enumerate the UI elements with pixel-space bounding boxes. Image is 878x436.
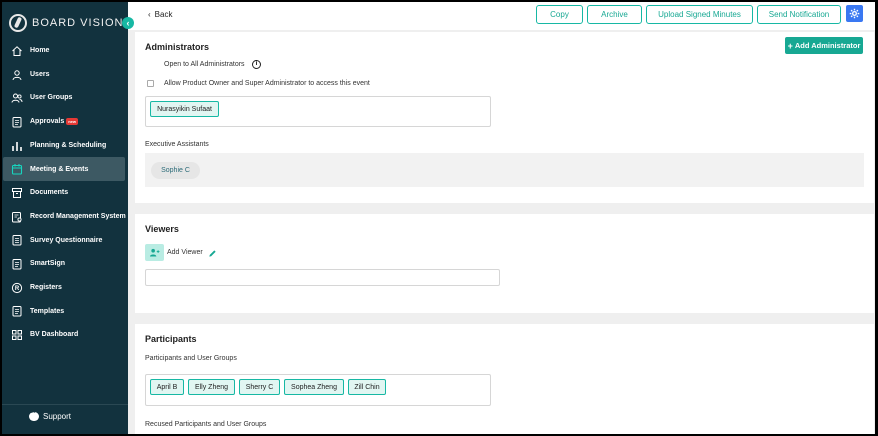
sidebar-item-label: BV Dashboard — [30, 331, 79, 339]
participant-chip[interactable]: Elly Zheng — [188, 379, 235, 395]
upload-signed-minutes-button[interactable]: Upload Signed Minutes — [646, 5, 753, 24]
open-to-all-label: Open to All Administrators — [164, 61, 245, 68]
chat-bubble-icon — [29, 408, 39, 421]
participant-chip[interactable]: Zill Chin — [348, 379, 386, 395]
viewers-title: Viewers — [145, 224, 179, 234]
back-button[interactable]: ‹ Back — [148, 10, 172, 19]
home-icon — [10, 44, 23, 57]
info-icon[interactable]: i — [252, 60, 261, 69]
sidebar-item-label: Templates — [30, 307, 65, 315]
sidebar-item-approvals[interactable]: Approvals new — [2, 110, 128, 134]
sidebar-item-label: Approvals — [30, 118, 65, 126]
document-box-icon — [10, 186, 23, 199]
sidebar-item-users[interactable]: Users — [2, 63, 128, 87]
participants-panel: Participants Participants and User Group… — [135, 324, 874, 434]
smartsign-icon — [10, 258, 23, 271]
viewers-panel: Viewers Add Viewer — [135, 214, 874, 313]
approvals-icon — [10, 115, 23, 128]
add-administrator-button[interactable]: + Add Administrator — [785, 37, 863, 54]
chevron-left-icon: ‹ — [148, 10, 151, 19]
sidebar-item-user-groups[interactable]: User Groups — [2, 86, 128, 110]
chevron-left-icon[interactable]: ‹ — [122, 17, 134, 29]
sidebar-item-home[interactable]: Home — [2, 39, 128, 63]
app-window: BOARD VISION Home Users User Groups Appr… — [2, 2, 875, 434]
sidebar-item-label: Planning & Scheduling — [30, 141, 107, 149]
user-icon — [10, 68, 23, 81]
sidebar-item-label: Documents — [30, 189, 69, 197]
back-label: Back — [154, 10, 173, 19]
bar-chart-icon — [10, 139, 23, 152]
registered-icon: R — [10, 281, 23, 294]
participant-chip[interactable]: April B — [150, 379, 184, 395]
top-bar: ‹ Back Copy Archive Upload Signed Minute… — [128, 2, 875, 30]
users-icon — [10, 92, 23, 105]
calendar-icon — [10, 163, 23, 176]
new-badge: new — [66, 118, 79, 126]
pencil-icon[interactable] — [208, 249, 217, 258]
sidebar-item-label: Survey Questionnaire — [30, 236, 103, 244]
sidebar-nav: Home Users User Groups Approvals new Pla… — [2, 39, 128, 347]
sidebar-item-documents[interactable]: Documents — [2, 181, 128, 205]
plus-icon: + — [787, 40, 793, 51]
sidebar-item-survey-questionnaire[interactable]: Survey Questionnaire — [2, 229, 128, 253]
brand-name: BOARD VISION — [32, 17, 124, 29]
sidebar-item-label: SmartSign — [30, 260, 66, 268]
add-viewer-label[interactable]: Add Viewer — [167, 249, 203, 256]
sidebar-item-label: Registers — [30, 283, 62, 291]
sidebar-item-label: Record Management System — [30, 212, 126, 220]
viewers-input[interactable] — [145, 269, 500, 286]
support-link[interactable]: Support — [29, 408, 72, 421]
svg-text:R: R — [14, 286, 19, 292]
survey-icon — [10, 234, 23, 247]
executive-assistants-box: Sophie C — [145, 153, 864, 187]
board-vision-logo-icon — [9, 14, 27, 32]
participant-chip[interactable]: Sophea Zheng — [284, 379, 344, 395]
gear-icon — [849, 8, 860, 19]
sidebar-item-planning-scheduling[interactable]: Planning & Scheduling — [2, 134, 128, 158]
add-viewer-icon-button[interactable] — [145, 244, 164, 261]
sidebar: BOARD VISION Home Users User Groups Appr… — [2, 2, 128, 434]
administrators-panel: Administrators + Add Administrator Open … — [135, 32, 874, 203]
participant-chip[interactable]: Sherry C — [239, 379, 280, 395]
sidebar-item-label: Meeting & Events — [30, 165, 89, 173]
record-icon — [10, 210, 23, 223]
sidebar-item-templates[interactable]: Templates — [2, 300, 128, 324]
copy-button[interactable]: Copy — [536, 5, 583, 24]
sidebar-item-label: User Groups — [30, 94, 73, 102]
dashboard-grid-icon — [10, 329, 23, 342]
sidebar-item-label: Home — [30, 47, 50, 55]
administrator-chip[interactable]: Nurasyikin Sufaat — [150, 101, 219, 117]
participants-groups-label: Participants and User Groups — [145, 355, 237, 362]
allow-access-checkbox[interactable] — [147, 80, 154, 87]
sidebar-item-record-management[interactable]: Record Management System — [2, 205, 128, 229]
support-label: Support — [43, 412, 72, 421]
user-add-icon — [150, 248, 160, 257]
template-icon — [10, 305, 23, 318]
sidebar-item-label: Users — [30, 70, 50, 78]
sidebar-item-bv-dashboard[interactable]: BV Dashboard — [2, 323, 128, 347]
administrators-chip-box[interactable]: Nurasyikin Sufaat — [145, 96, 491, 127]
sidebar-item-smartsign[interactable]: SmartSign — [2, 252, 128, 276]
sidebar-item-registers[interactable]: R Registers — [2, 276, 128, 300]
administrators-title: Administrators — [145, 42, 210, 52]
participants-title: Participants — [145, 334, 197, 344]
participants-chip-box[interactable]: April B Elly Zheng Sherry C Sophea Zheng… — [145, 374, 491, 406]
brand-logo[interactable]: BOARD VISION — [9, 13, 123, 33]
archive-button[interactable]: Archive — [587, 5, 642, 24]
allow-access-label: Allow Product Owner and Super Administra… — [164, 80, 370, 87]
send-notification-button[interactable]: Send Notification — [757, 5, 841, 24]
add-administrator-label: Add Administrator — [794, 41, 861, 50]
executive-assistants-label: Executive Assistants — [145, 141, 209, 148]
settings-button[interactable] — [846, 5, 863, 22]
sidebar-divider — [2, 404, 128, 405]
recused-participants-label: Recused Participants and User Groups — [145, 421, 267, 428]
executive-assistant-chip[interactable]: Sophie C — [151, 162, 200, 179]
sidebar-item-meeting-events[interactable]: Meeting & Events — [3, 157, 125, 182]
